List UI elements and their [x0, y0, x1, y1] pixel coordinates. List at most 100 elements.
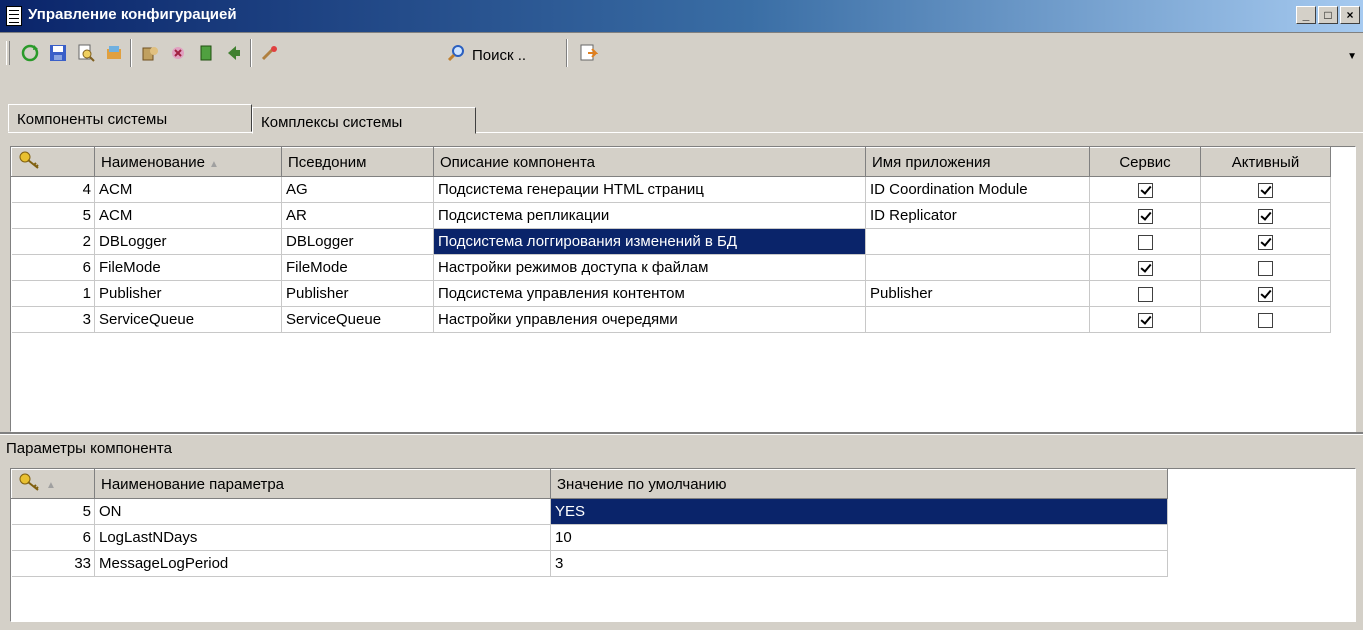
param-key-column-header[interactable]: ▲: [11, 469, 95, 499]
column-header-active[interactable]: Активный: [1200, 147, 1331, 177]
param-name[interactable]: LogLastNDays: [94, 524, 551, 551]
column-header-alias[interactable]: Псевдоним: [281, 147, 434, 177]
param-id: 6: [11, 524, 95, 551]
row-service-cell[interactable]: [1089, 202, 1201, 229]
service-checkbox[interactable]: [1137, 286, 1153, 302]
table-row[interactable]: 33 MessageLogPeriod 3: [11, 550, 1168, 577]
minimize-button[interactable]: _: [1296, 6, 1316, 24]
row-name[interactable]: ACM: [94, 202, 282, 229]
key-column-header[interactable]: [11, 147, 95, 177]
active-checkbox[interactable]: [1258, 182, 1273, 198]
service-checkbox[interactable]: [1137, 234, 1153, 250]
param-name[interactable]: ON: [94, 498, 551, 525]
active-checkbox[interactable]: [1258, 312, 1273, 328]
service-checkbox[interactable]: [1137, 312, 1153, 328]
export-icon[interactable]: [576, 41, 600, 65]
properties-icon[interactable]: [102, 41, 126, 65]
row-alias[interactable]: ServiceQueue: [281, 306, 434, 333]
row-name[interactable]: FileMode: [94, 254, 282, 281]
table-row[interactable]: 1 Publisher Publisher Подсистема управления…: [11, 280, 1331, 307]
column-header-service[interactable]: Сервис: [1089, 147, 1201, 177]
tools-icon[interactable]: [258, 41, 282, 65]
maximize-button[interactable]: □: [1318, 6, 1338, 24]
param-name[interactable]: MessageLogPeriod: [94, 550, 551, 577]
remove-icon[interactable]: [166, 41, 190, 65]
panel-splitter[interactable]: [0, 432, 1363, 434]
refresh-icon[interactable]: [18, 41, 42, 65]
param-default-value[interactable]: YES: [550, 498, 1168, 525]
row-name[interactable]: ServiceQueue: [94, 306, 282, 333]
service-checkbox[interactable]: [1137, 208, 1153, 224]
tab-components[interactable]: Компоненты системы: [8, 104, 252, 132]
row-name[interactable]: ACM: [94, 176, 282, 203]
table-row[interactable]: 4 ACM AG Подсистема генерации HTML страниц I…: [11, 176, 1331, 203]
row-description[interactable]: Настройки режимов доступа к файлам: [433, 254, 866, 281]
row-alias[interactable]: AG: [281, 176, 434, 203]
search-button-label[interactable]: Поиск ..: [472, 47, 526, 64]
row-app-name[interactable]: [865, 228, 1090, 255]
row-description[interactable]: Подсистема логгирования изменений в БД: [433, 228, 866, 255]
table-row[interactable]: 2 DBLogger DBLogger Подсистема логгирования…: [11, 228, 1331, 255]
row-active-cell[interactable]: [1200, 176, 1331, 203]
save-icon[interactable]: [46, 41, 70, 65]
settings-icon[interactable]: [138, 41, 162, 65]
row-alias[interactable]: DBLogger: [281, 228, 434, 255]
column-header-app-name[interactable]: Имя приложения: [865, 147, 1090, 177]
row-description[interactable]: Подсистема управления контентом: [433, 280, 866, 307]
row-name[interactable]: Publisher: [94, 280, 282, 307]
tab-baseline: [8, 132, 1363, 133]
column-header-description[interactable]: Описание компонента: [433, 147, 866, 177]
row-app-name[interactable]: ID Coordination Module: [865, 176, 1090, 203]
row-service-cell[interactable]: [1089, 280, 1201, 307]
row-active-cell[interactable]: [1200, 254, 1331, 281]
components-grid[interactable]: Наименование ▲ Псевдоним Описание компоне…: [10, 146, 1356, 432]
tab-complexes[interactable]: Комплексы системы: [252, 107, 476, 134]
service-checkbox[interactable]: [1137, 260, 1153, 276]
row-description[interactable]: Настройки управления очередями: [433, 306, 866, 333]
table-row[interactable]: 5 ACM AR Подсистема репликации ID Replicator: [11, 202, 1331, 229]
row-name[interactable]: DBLogger: [94, 228, 282, 255]
row-service-cell[interactable]: [1089, 254, 1201, 281]
active-checkbox[interactable]: [1258, 234, 1273, 250]
column-header-default-value[interactable]: Значение по умолчанию: [550, 469, 1168, 499]
sort-ascending-icon: ▲: [46, 479, 56, 491]
param-default-value[interactable]: 3: [550, 550, 1168, 577]
book-icon[interactable]: [194, 41, 218, 65]
service-checkbox[interactable]: [1137, 182, 1153, 198]
close-button[interactable]: ×: [1340, 6, 1360, 24]
param-default-value[interactable]: 10: [550, 524, 1168, 551]
column-header-param-name[interactable]: Наименование параметра: [94, 469, 551, 499]
find-icon[interactable]: [74, 41, 98, 65]
search-icon[interactable]: [444, 41, 468, 65]
column-header-name[interactable]: Наименование ▲: [94, 147, 282, 177]
row-app-name[interactable]: [865, 306, 1090, 333]
active-checkbox[interactable]: [1258, 260, 1273, 276]
toolbar-overflow-icon[interactable]: ▼: [1347, 51, 1357, 62]
back-icon[interactable]: [222, 41, 246, 65]
table-row[interactable]: 6 FileMode FileMode Настройки режимов досту…: [11, 254, 1331, 281]
row-app-name[interactable]: ID Replicator: [865, 202, 1090, 229]
row-description[interactable]: Подсистема репликации: [433, 202, 866, 229]
active-checkbox[interactable]: [1258, 286, 1273, 302]
table-row[interactable]: 3 ServiceQueue ServiceQueue Настройки управ…: [11, 306, 1331, 333]
row-service-cell[interactable]: [1089, 306, 1201, 333]
row-active-cell[interactable]: [1200, 228, 1331, 255]
title-bar: Управление конфигурацией _ □ ×: [0, 0, 1363, 33]
row-description[interactable]: Подсистема генерации HTML страниц: [433, 176, 866, 203]
table-row[interactable]: 5 ON YES: [11, 498, 1168, 525]
active-checkbox[interactable]: [1258, 208, 1273, 224]
window-title: Управление конфигурацией: [28, 6, 237, 23]
table-row[interactable]: 6 LogLastNDays 10: [11, 524, 1168, 551]
row-app-name[interactable]: [865, 254, 1090, 281]
row-alias[interactable]: Publisher: [281, 280, 434, 307]
row-alias[interactable]: AR: [281, 202, 434, 229]
row-service-cell[interactable]: [1089, 228, 1201, 255]
row-active-cell[interactable]: [1200, 306, 1331, 333]
row-alias[interactable]: FileMode: [281, 254, 434, 281]
toolbar-grip[interactable]: [6, 41, 10, 65]
row-service-cell[interactable]: [1089, 176, 1201, 203]
params-grid[interactable]: ▲ Наименование параметра Значение по умо…: [10, 468, 1356, 622]
row-active-cell[interactable]: [1200, 202, 1331, 229]
row-active-cell[interactable]: [1200, 280, 1331, 307]
row-app-name[interactable]: Publisher: [865, 280, 1090, 307]
